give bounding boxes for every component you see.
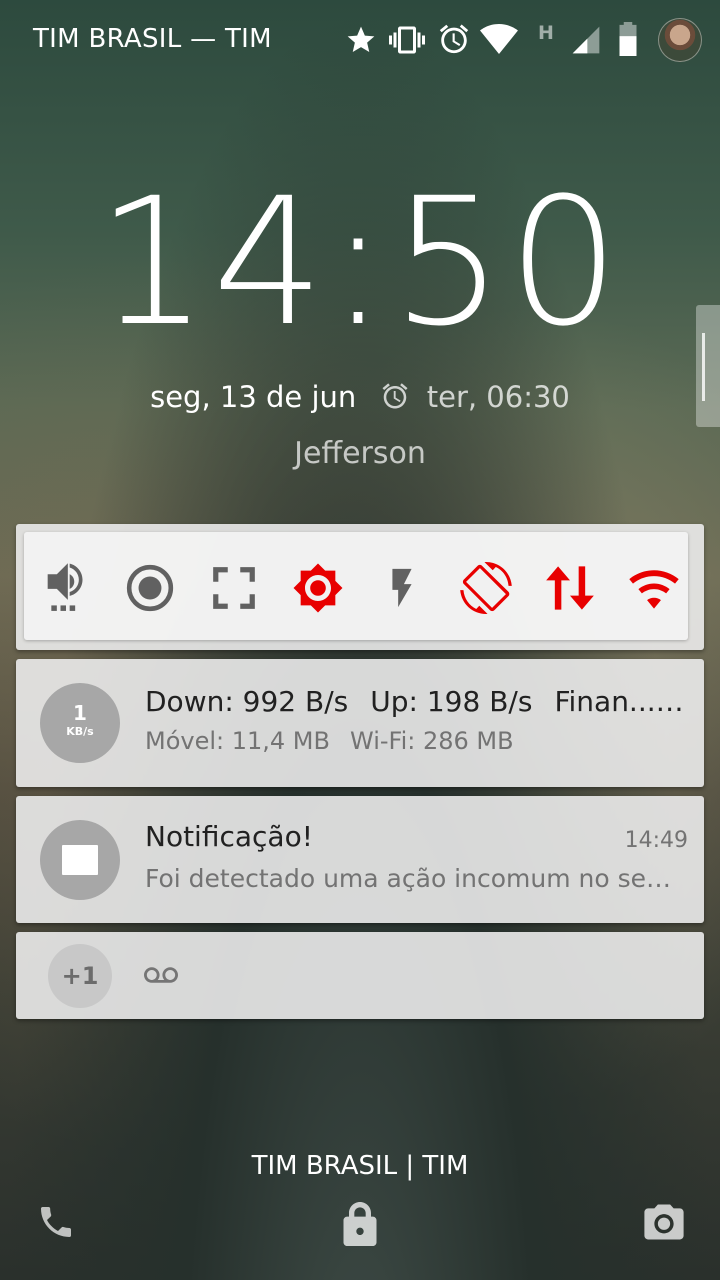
- alarm-clock-icon: [382, 383, 408, 409]
- upload-speed: Up: 198 B/s: [370, 685, 533, 718]
- speed-indicator-icon: 1 KB/s: [40, 683, 120, 763]
- owner-info: Jefferson: [294, 436, 426, 471]
- network-speed-line: Down: 992 B/s Up: 198 B/s Finan....: [145, 685, 685, 718]
- rotate-icon: [460, 562, 512, 614]
- vibrate-icon: [389, 26, 425, 54]
- camera-icon[interactable]: [643, 1202, 685, 1242]
- lockscreen-clock: 14:50: [96, 160, 624, 365]
- screenshot-toggle[interactable]: [208, 562, 260, 614]
- notification-time: 14:49: [624, 828, 688, 853]
- edge-panel-handle[interactable]: [696, 305, 720, 427]
- flashlight-toggle[interactable]: [376, 562, 428, 614]
- alert-notification[interactable]: Notificação! 14:49 Foi detectado uma açã…: [16, 796, 704, 923]
- auto-rotate-toggle[interactable]: [460, 562, 512, 614]
- volume-toggle[interactable]: [40, 562, 92, 614]
- speed-value: 1: [73, 701, 87, 725]
- download-speed: Down: 992 B/s: [145, 685, 349, 718]
- wifi-toggle[interactable]: [628, 562, 680, 614]
- avatar[interactable]: [658, 18, 702, 62]
- next-alarm-text: ter, 06:30: [426, 380, 570, 414]
- wifi-usage: Wi-Fi: 286 MB: [349, 727, 514, 755]
- data-arrows-icon: [546, 566, 594, 610]
- voicemail-icon: [144, 967, 178, 983]
- network-type-h-icon: H: [538, 22, 554, 44]
- phone-icon[interactable]: [36, 1202, 76, 1242]
- notification-title: Notificação!: [145, 820, 313, 853]
- alarm-icon: [439, 24, 469, 54]
- speed-unit: KB/s: [66, 725, 94, 738]
- mobile-usage: Móvel: 11,4 MB: [145, 727, 330, 755]
- wifi-icon: [629, 570, 679, 609]
- brightness-toggle[interactable]: [292, 562, 344, 614]
- overflow-count: +1: [61, 962, 99, 990]
- top-app: Finan....: [554, 685, 665, 718]
- record-icon: [126, 564, 174, 612]
- fullscreen-icon: [213, 567, 255, 609]
- bottom-carrier-name: TIM BRASIL | TIM: [251, 1151, 469, 1181]
- network-speed-notification[interactable]: 1 KB/s Down: 992 B/s Up: 198 B/s Finan....…: [16, 659, 704, 787]
- more-notifications[interactable]: +1: [16, 932, 704, 1019]
- date-alarm-row: seg, 13 de jun ter, 06:30: [0, 380, 720, 414]
- flash-icon: [392, 568, 412, 608]
- star-icon: [347, 26, 375, 52]
- battery-icon: [619, 22, 637, 56]
- wifi-icon: [480, 24, 518, 54]
- mobile-data-toggle[interactable]: [544, 562, 596, 614]
- notification-app-icon: [40, 820, 120, 900]
- notification-text: Foi detectado uma ação incomum no seu..: [145, 864, 675, 893]
- status-bar: TIM BRASIL — TIM H: [0, 0, 720, 80]
- lock-icon[interactable]: [341, 1202, 379, 1246]
- overflow-count-badge: +1: [48, 944, 112, 1008]
- quick-settings-notification[interactable]: [16, 524, 704, 650]
- record-toggle[interactable]: [124, 562, 176, 614]
- carrier-name: TIM BRASIL — TIM: [33, 24, 272, 54]
- signal-icon: [572, 26, 600, 54]
- date-text: seg, 13 de jun: [150, 380, 357, 414]
- data-usage-line: Móvel: 11,4 MB Wi-Fi: 286 MB: [145, 727, 534, 755]
- message-icon: [62, 845, 98, 875]
- brightness-icon: [293, 563, 343, 613]
- quick-settings-panel: [24, 532, 688, 640]
- volume-icon: [47, 563, 83, 611]
